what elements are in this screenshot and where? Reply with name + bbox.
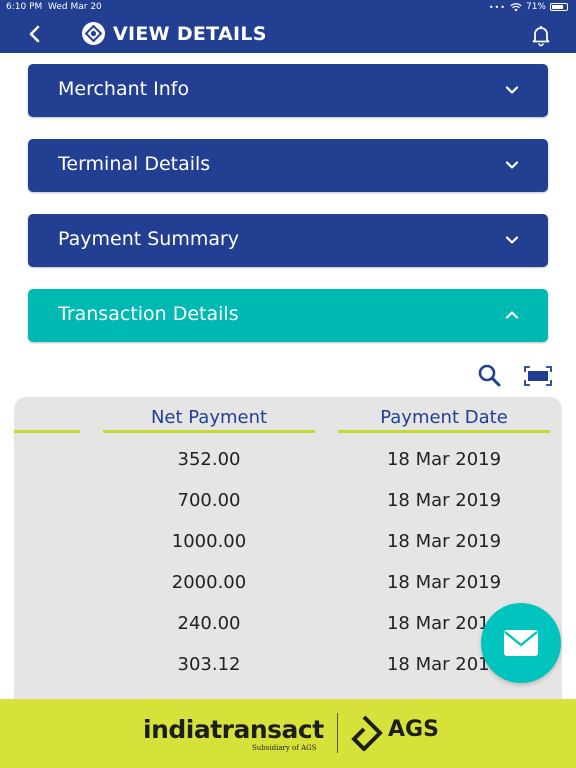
- mail-icon: [504, 630, 538, 656]
- section-label: Transaction Details: [58, 303, 239, 325]
- status-time: 6:10 PM: [6, 2, 43, 12]
- net-payment-cell: 1000.00: [171, 531, 247, 552]
- net-payment-cell: 240.00: [177, 613, 241, 634]
- chevron-down-icon: [505, 236, 519, 244]
- table-row[interactable]: 240.00 18 Mar 2019: [14, 605, 562, 646]
- partner-logo-text: AGS: [388, 717, 439, 742]
- section-label: Terminal Details: [58, 153, 211, 175]
- section-payment-summary[interactable]: Payment Summary: [28, 214, 548, 267]
- column-header-net-payment: Net Payment: [150, 407, 268, 428]
- bell-icon: [532, 26, 550, 47]
- expand-icon: [524, 366, 552, 386]
- section-transaction-details[interactable]: Transaction Details: [28, 289, 548, 342]
- notifications-button[interactable]: [529, 23, 553, 47]
- back-icon: [29, 25, 40, 43]
- section-label: Payment Summary: [58, 228, 240, 250]
- page-title: VIEW DETAILS: [113, 23, 267, 45]
- net-payment-cell: 352.00: [177, 449, 241, 470]
- chevron-down-icon: [505, 161, 519, 169]
- section-terminal-details[interactable]: Terminal Details: [28, 139, 548, 192]
- net-payment-cell: 303.12: [177, 654, 241, 675]
- table-row[interactable]: 700.00 18 Mar 2019: [14, 482, 562, 523]
- table-row[interactable]: 352.00 18 Mar 2019: [14, 441, 562, 482]
- chevron-down-icon: [505, 86, 519, 94]
- brand-logo-text: indiatransact: [143, 715, 324, 744]
- status-right: ••• 71%: [489, 2, 568, 12]
- payment-date-cell: 18 Mar 2019: [386, 490, 502, 511]
- status-date: Wed Mar 20: [48, 2, 102, 12]
- column-divider-line: [103, 430, 315, 433]
- battery-percent: 71%: [525, 2, 546, 12]
- chevron-up-icon: [505, 311, 519, 319]
- payment-date-cell: 18 Mar 2019: [386, 449, 502, 470]
- table-toolbar: [474, 362, 564, 390]
- table-row[interactable]: 1000.00 18 Mar 2019: [14, 523, 562, 564]
- table-row[interactable]: 2000.00 18 Mar 2019: [14, 564, 562, 605]
- transaction-table: Net Payment Payment Date 352.00 18 Mar 2…: [14, 397, 562, 699]
- payment-date-cell: 18 Mar 2019: [386, 572, 502, 593]
- battery-icon: [550, 3, 568, 11]
- expand-button[interactable]: [524, 366, 552, 386]
- column-header-payment-date: Payment Date: [380, 407, 508, 428]
- net-payment-cell: 2000.00: [171, 572, 247, 593]
- app-logo-icon: [82, 22, 105, 45]
- back-button[interactable]: [22, 19, 46, 49]
- footer-banner: indiatransact Subsidiary of AGS AGS: [0, 699, 576, 768]
- top-bar: 6:10 PM Wed Mar 20 ••• 71% VIEW DETAILS: [0, 0, 576, 53]
- email-fab-button[interactable]: [481, 603, 561, 683]
- status-dots: •••: [488, 2, 506, 12]
- column-divider-line: [338, 430, 550, 433]
- payment-date-cell: 18 Mar 2019: [386, 531, 502, 552]
- section-merchant-info[interactable]: Merchant Info: [28, 64, 548, 117]
- column-divider-line: [14, 430, 80, 433]
- search-icon: [478, 364, 501, 387]
- table-row[interactable]: 303.12 18 Mar 2019: [14, 646, 562, 687]
- footer-divider: [337, 713, 338, 753]
- wifi-icon: [510, 2, 522, 11]
- brand-tagline: Subsidiary of AGS: [252, 744, 317, 752]
- status-bar: 6:10 PM Wed Mar 20 ••• 71%: [0, 0, 576, 15]
- search-button[interactable]: [476, 362, 504, 390]
- section-label: Merchant Info: [58, 78, 190, 100]
- nav-bar: VIEW DETAILS: [0, 16, 576, 53]
- net-payment-cell: 700.00: [177, 490, 241, 511]
- ags-logo-icon: [351, 715, 383, 751]
